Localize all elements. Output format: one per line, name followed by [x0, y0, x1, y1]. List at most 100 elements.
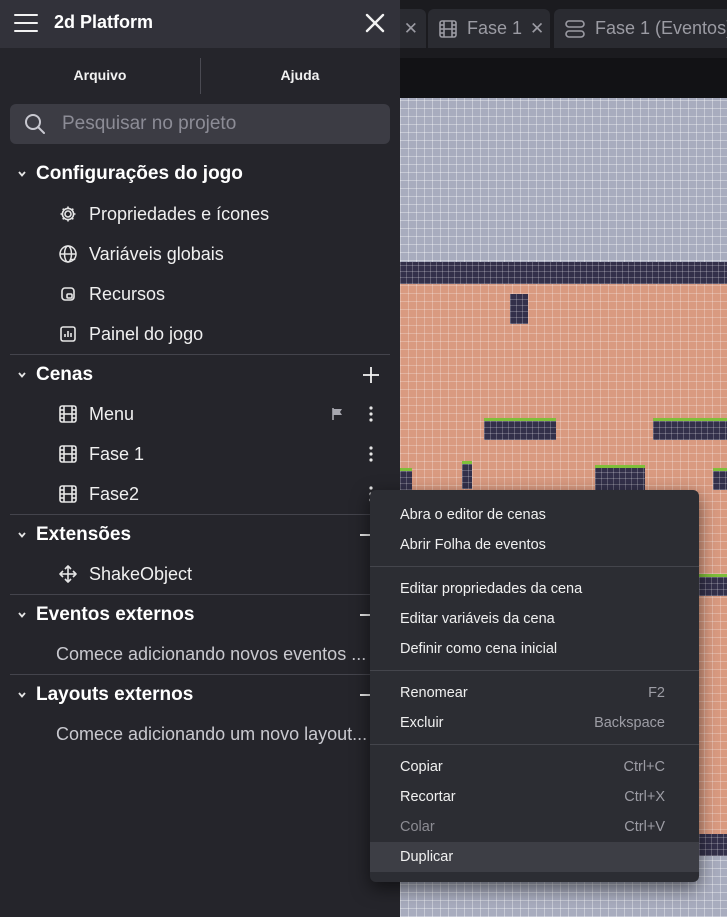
- search-input[interactable]: [62, 104, 382, 144]
- menu-item-label: Copiar: [400, 759, 443, 775]
- chart-icon: [60, 326, 76, 342]
- menu-item-label: Abrir Folha de eventos: [400, 537, 546, 553]
- help-menu-button[interactable]: Ajuda: [200, 48, 400, 102]
- menu-item-open-events-sheet[interactable]: Abrir Folha de eventos: [370, 530, 699, 560]
- item-label: Propriedades e ícones: [89, 203, 270, 224]
- section-external-layouts[interactable]: Layouts externos: [0, 675, 400, 715]
- section-title: Eventos externos: [36, 604, 195, 625]
- tab-close-icon[interactable]: ✕: [530, 19, 544, 39]
- menu-item-label: Duplicar: [400, 849, 454, 865]
- move-icon: [59, 565, 77, 583]
- menu-item-duplicate[interactable]: Duplicar: [370, 842, 699, 872]
- menu-item-set-initial-scene[interactable]: Definir como cena inicial: [370, 634, 699, 664]
- menu-separator: [370, 566, 699, 567]
- menu-item-edit-scene-properties[interactable]: Editar propriedades da cena: [370, 574, 699, 604]
- tab-label: Fase 1 (Eventos): [595, 18, 727, 38]
- project-titlebar: 2d Platform: [0, 0, 400, 48]
- section-game-settings[interactable]: Configurações do jogo: [0, 154, 400, 194]
- scene-context-menu: Abra o editor de cenas Abrir Folha de ev…: [370, 490, 699, 882]
- chevron-down-icon: [18, 171, 26, 177]
- menu-item-edit-scene-variables[interactable]: Editar variáveis da cena: [370, 604, 699, 634]
- empty-state-text: Comece adicionando novos eventos ...: [56, 643, 367, 664]
- menu-separator: [370, 670, 699, 671]
- section-external-events[interactable]: Eventos externos: [0, 595, 400, 635]
- section-title: Layouts externos: [36, 684, 194, 705]
- film-icon: [59, 405, 77, 423]
- platform: [400, 468, 412, 490]
- add-scene-icon[interactable]: [361, 365, 381, 385]
- film-icon: [439, 19, 457, 38]
- menu-item-open-scene-editor[interactable]: Abra o editor de cenas: [370, 500, 699, 530]
- platform: [653, 418, 727, 440]
- section-title: Configurações do jogo: [36, 163, 243, 184]
- section-extensions[interactable]: Extensões: [0, 515, 400, 555]
- extension-item-shakeobject[interactable]: ShakeObject: [0, 554, 400, 594]
- menu-item-label: Editar variáveis da cena: [400, 611, 555, 627]
- hamburger-menu-icon[interactable]: [14, 14, 38, 34]
- item-label: Fase2: [89, 483, 140, 504]
- menu-item-label: Renomear: [400, 685, 468, 701]
- chevron-down-icon: [18, 372, 26, 378]
- film-icon: [59, 485, 77, 503]
- platform: [595, 465, 645, 491]
- item-label: Variáveis globais: [89, 243, 224, 264]
- gear-icon: [60, 206, 76, 222]
- more-options-icon[interactable]: [365, 445, 377, 463]
- menu-item-delete[interactable]: Excluir Backspace: [370, 708, 699, 738]
- floor-base: [699, 834, 727, 856]
- project-title: 2d Platform: [54, 12, 154, 32]
- floor-segment: [699, 574, 727, 596]
- item-global-variables[interactable]: Variáveis globais: [0, 234, 400, 274]
- menu-item-label: Editar propriedades da cena: [400, 581, 583, 597]
- platform: [713, 468, 727, 490]
- tab-close-icon[interactable]: ✕: [404, 19, 418, 39]
- tilemap-pillar: [510, 294, 528, 324]
- tab-fase-1-events[interactable]: Fase 1 (Eventos): [554, 9, 727, 48]
- scene-item-menu[interactable]: Menu: [0, 394, 400, 434]
- editor-toolbar-strip: [400, 58, 727, 98]
- external-events-empty-state: Comece adicionando novos eventos ...: [0, 634, 400, 674]
- menu-item-shortcut: Ctrl+C: [623, 759, 666, 775]
- tilemap-ceiling: [400, 262, 727, 284]
- film-icon: [59, 445, 77, 463]
- events-icon: [565, 19, 585, 38]
- menu-item-label: Abra o editor de cenas: [400, 507, 546, 523]
- file-menu-button[interactable]: Arquivo: [0, 48, 200, 102]
- section-title: Extensões: [36, 524, 132, 545]
- chevron-down-icon: [18, 692, 26, 698]
- item-game-dashboard[interactable]: Painel do jogo: [0, 314, 400, 354]
- project-search-box: [10, 104, 390, 144]
- editor-tab-partial[interactable]: ✕: [400, 9, 426, 48]
- editor-tab-bar: ✕ Fase 1 ✕ Fase 1 (Eventos): [400, 0, 727, 58]
- item-label: Painel do jogo: [89, 323, 204, 344]
- tab-fase-1[interactable]: Fase 1 ✕: [428, 9, 550, 48]
- scene-item-fase2[interactable]: Fase2: [0, 474, 400, 514]
- external-layouts-empty-state: Comece adicionando um novo layout...: [0, 714, 400, 754]
- item-label: ShakeObject: [89, 563, 193, 584]
- menu-item-rename[interactable]: Renomear F2: [370, 678, 699, 708]
- item-label: Menu: [89, 403, 135, 424]
- platform: [462, 461, 472, 489]
- menu-item-paste: Colar Ctrl+V: [370, 812, 699, 842]
- resources-icon: [61, 287, 75, 301]
- tab-label: Fase 1: [467, 18, 523, 38]
- menu-item-copy[interactable]: Copiar Ctrl+C: [370, 752, 699, 782]
- globe-icon: [59, 245, 77, 263]
- scene-item-fase-1[interactable]: Fase 1: [0, 434, 400, 474]
- item-game-properties[interactable]: Propriedades e ícones: [0, 194, 400, 234]
- close-icon[interactable]: [362, 10, 388, 36]
- item-label: Fase 1: [89, 443, 145, 464]
- section-scenes[interactable]: Cenas: [0, 355, 400, 395]
- project-manager-panel: 2d Platform Arquivo Ajuda Configurações …: [0, 0, 400, 917]
- menu-item-shortcut: Ctrl+V: [624, 819, 665, 835]
- item-resources[interactable]: Recursos: [0, 274, 400, 314]
- menu-item-shortcut: F2: [648, 685, 665, 701]
- more-options-icon[interactable]: [365, 405, 377, 423]
- search-icon: [25, 114, 45, 134]
- menu-item-cut[interactable]: Recortar Ctrl+X: [370, 782, 699, 812]
- empty-state-text: Comece adicionando um novo layout...: [56, 723, 368, 744]
- flag-icon: [332, 408, 342, 420]
- menu-item-label: Definir como cena inicial: [400, 641, 558, 657]
- project-menubar: Arquivo Ajuda: [0, 48, 400, 102]
- chevron-down-icon: [18, 532, 26, 538]
